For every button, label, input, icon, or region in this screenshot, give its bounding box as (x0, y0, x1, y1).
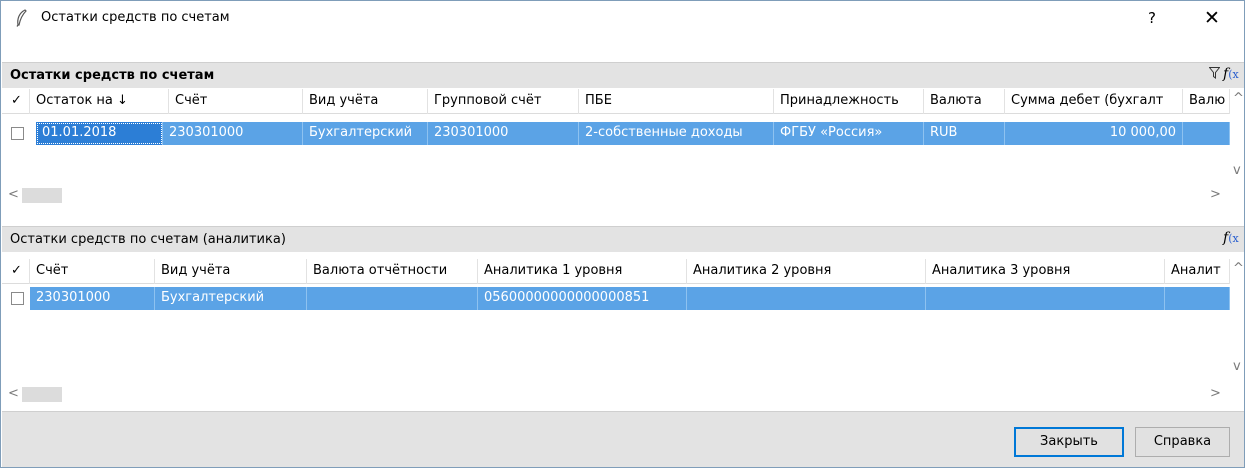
check-column-header[interactable]: ✓ (2, 89, 30, 114)
table-cell[interactable] (687, 287, 926, 310)
top-grid-header: ✓ Остаток на ↓ Счёт Вид учёта Групповой … (2, 89, 1230, 114)
funnel-icon (1208, 67, 1221, 79)
table-cell[interactable]: Бухгалтерский (155, 287, 307, 310)
dialog-window: Остатки средств по счетам ? ✕ Остатки ср… (0, 0, 1245, 468)
column-header[interactable]: Валюта отчётности (307, 259, 478, 284)
table-cell[interactable]: ФГБУ «Россия» (774, 122, 924, 145)
top-panel-title: Остатки средств по счетам (10, 68, 215, 83)
table-row[interactable]: 230301000 Бухгалтерский 0560000000000000… (2, 287, 1230, 310)
window-title: Остатки средств по счетам (41, 10, 230, 25)
scroll-left-icon[interactable]: < (8, 386, 19, 401)
column-header[interactable]: Вид учёта (303, 89, 428, 114)
column-header[interactable]: Валюта (924, 89, 1005, 114)
row-check-cell (2, 122, 30, 145)
bottom-panel-title: Остатки средств по счетам (аналитика) (10, 232, 286, 247)
bottom-horizontal-scrollbar[interactable]: < > (2, 386, 1244, 403)
table-cell[interactable]: 230301000 (163, 122, 303, 145)
scroll-left-icon[interactable]: < (8, 187, 19, 202)
column-header[interactable]: Групповой счёт (428, 89, 579, 114)
table-cell[interactable]: 230301000 (428, 122, 579, 145)
row-checkbox[interactable] (11, 127, 24, 140)
bottom-vertical-scrollbar[interactable]: ^ v (1230, 259, 1244, 379)
column-header[interactable]: Счёт (30, 259, 155, 284)
close-button[interactable]: Закрыть (1014, 427, 1124, 457)
filter-icon[interactable] (1208, 67, 1221, 82)
dialog-footer: Закрыть Справка (2, 411, 1244, 467)
scroll-up-icon[interactable]: ^ (1233, 91, 1244, 106)
bottom-grid: ✓ Счёт Вид учёта Валюта отчётности Анали… (2, 259, 1244, 409)
row-check-cell (2, 287, 30, 310)
column-header[interactable]: Аналит (1165, 259, 1230, 284)
title-bar: Остатки средств по счетам ? ✕ (1, 1, 1244, 36)
top-horizontal-scrollbar[interactable]: < > (2, 187, 1244, 204)
table-cell[interactable]: 01.01.2018 (36, 122, 163, 145)
check-column-header[interactable]: ✓ (2, 259, 30, 284)
table-cell[interactable]: Бухгалтерский (303, 122, 428, 145)
close-icon[interactable]: ✕ (1197, 5, 1227, 31)
fx-icon[interactable]: f(x (1223, 66, 1239, 82)
column-header[interactable]: Аналитика 1 уровня (478, 259, 687, 284)
bottom-panel-header: Остатки средств по счетам (аналитика) f(… (2, 226, 1244, 252)
bottom-grid-header: ✓ Счёт Вид учёта Валюта отчётности Анали… (2, 259, 1230, 284)
table-cell[interactable]: 10 000,00 (1005, 122, 1183, 145)
fx-icon[interactable]: f(x (1223, 230, 1239, 246)
fx-sub: (x (1228, 232, 1239, 245)
column-header[interactable]: Аналитика 2 уровня (687, 259, 926, 284)
table-row[interactable]: 01.01.2018 230301000 Бухгалтерский 23030… (2, 122, 1230, 145)
top-panel-header: Остатки средств по счетам f(x (2, 62, 1244, 88)
table-cell[interactable] (307, 287, 478, 310)
column-header[interactable]: Аналитика 3 уровня (926, 259, 1165, 284)
scroll-thumb[interactable] (22, 387, 62, 402)
scroll-down-icon[interactable]: v (1233, 163, 1241, 178)
column-header[interactable]: Принадлежность (774, 89, 924, 114)
column-header[interactable]: Остаток на ↓ (30, 89, 169, 114)
scroll-right-icon[interactable]: > (1210, 187, 1221, 202)
scroll-up-icon[interactable]: ^ (1233, 261, 1244, 276)
column-header[interactable]: Сумма дебет (бухгалт (1005, 89, 1183, 114)
feather-icon (16, 9, 27, 27)
table-cell[interactable]: 05600000000000000851 (478, 287, 687, 310)
table-cell[interactable]: RUB (924, 122, 1005, 145)
column-header[interactable]: Счёт (169, 89, 303, 114)
top-vertical-scrollbar[interactable]: ^ v (1230, 89, 1244, 184)
column-header[interactable]: ПБЕ (579, 89, 774, 114)
table-cell[interactable] (1165, 287, 1230, 310)
top-grid: ✓ Остаток на ↓ Счёт Вид учёта Групповой … (2, 89, 1244, 213)
table-cell[interactable] (926, 287, 1165, 310)
column-header[interactable]: Валю (1183, 89, 1230, 114)
scroll-thumb[interactable] (22, 188, 62, 203)
table-cell[interactable]: 2-собственные доходы (579, 122, 774, 145)
scroll-right-icon[interactable]: > (1210, 386, 1221, 401)
help-reference-button[interactable]: Справка (1135, 427, 1230, 457)
help-button[interactable]: ? (1138, 5, 1166, 31)
scroll-down-icon[interactable]: v (1233, 359, 1241, 374)
table-cell[interactable] (1183, 122, 1230, 145)
table-cell[interactable]: 230301000 (30, 287, 155, 310)
fx-sub: (x (1228, 68, 1239, 81)
row-checkbox[interactable] (11, 292, 24, 305)
column-header[interactable]: Вид учёта (155, 259, 307, 284)
